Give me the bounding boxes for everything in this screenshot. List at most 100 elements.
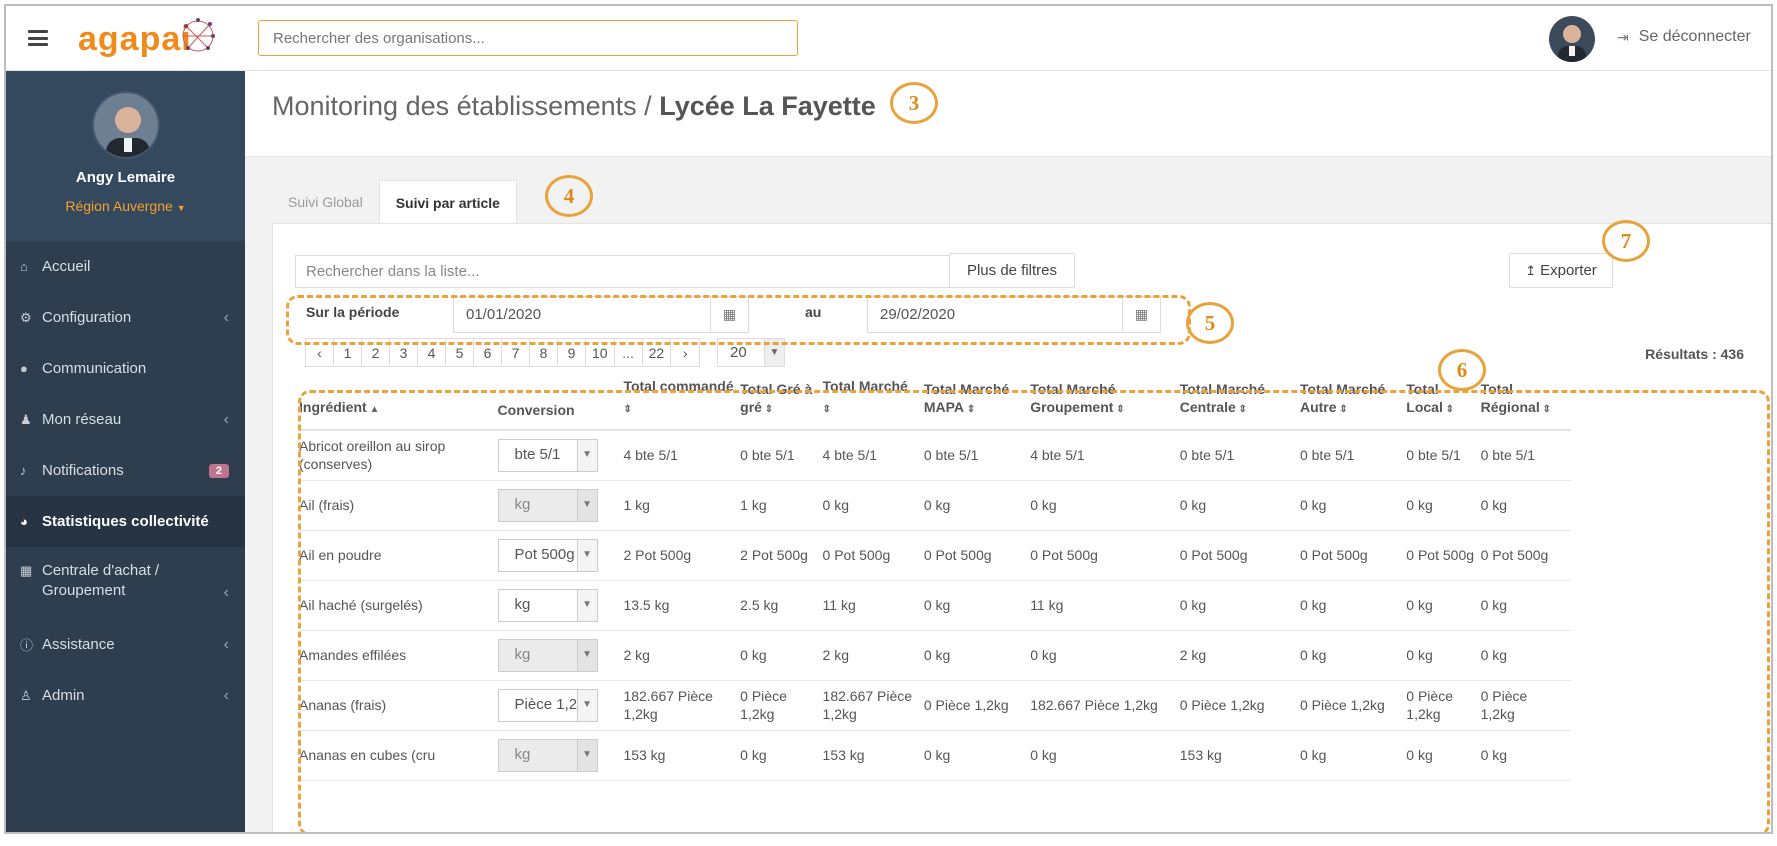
more-filters-button[interactable]: Plus de filtres xyxy=(949,253,1075,288)
sidebar-item-admin[interactable]: ♙ Admin ‹ xyxy=(6,670,245,721)
sort-icon: ⇕ xyxy=(1113,404,1125,415)
sidebar-item-configuration[interactable]: ⚙ Configuration ‹ xyxy=(6,292,245,343)
total-cell: 0 kg xyxy=(1480,480,1571,531)
conversion-select: kg ▼ xyxy=(497,488,598,522)
column-header[interactable]: Total Régional ⇕ xyxy=(1480,369,1571,431)
column-header[interactable]: Total Marché Autre ⇕ xyxy=(1299,369,1407,431)
tab-suivi-par-article[interactable]: Suivi par article xyxy=(378,180,517,224)
sidebar-item-label: Accueil xyxy=(42,258,91,275)
total-cell: 0 kg xyxy=(1030,730,1180,781)
caret-down-icon: ▼ xyxy=(176,203,186,213)
pager-page-button[interactable]: 22 xyxy=(643,339,672,366)
sidebar-item-notifications[interactable]: ♪ Notifications 2 xyxy=(6,445,245,496)
pager-page-button[interactable]: 2 xyxy=(362,339,390,366)
pager-page-button[interactable]: 7 xyxy=(502,339,530,366)
conversion-select[interactable]: kg ▼ xyxy=(497,588,598,622)
total-cell: 2 kg xyxy=(1179,630,1300,681)
chevron-down-icon: ▼ xyxy=(576,489,597,521)
pager-page-button[interactable]: 8 xyxy=(530,339,558,366)
sidebar-item-statistiques[interactable]: ◕ Statistiques collectivité xyxy=(6,496,245,547)
pager-page-button[interactable]: 6 xyxy=(474,339,502,366)
ingredients-table: Ingrédient ▲ Conversion Total commandé ⇕ To… xyxy=(299,369,1571,781)
total-cell: 0 bte 5/1 xyxy=(1480,430,1571,481)
total-cell: 0 Pot 500g xyxy=(1179,530,1300,581)
sidebar-item-communication[interactable]: ● Communication xyxy=(6,343,245,394)
sidebar-item-mon-reseau[interactable]: ♟ Mon réseau ‹ xyxy=(6,394,245,445)
column-header[interactable]: Conversion xyxy=(497,369,624,431)
total-cell: 0 kg xyxy=(923,580,1031,631)
calendar-icon[interactable]: ▦ xyxy=(710,297,748,332)
total-cell: 0 kg xyxy=(923,730,1031,781)
pager-page-button[interactable]: 1 xyxy=(334,339,362,366)
total-cell: 0 kg xyxy=(1299,580,1407,631)
sidebar-item-centrale-achat[interactable]: ▦ Centrale d'achat / Groupement ‹ xyxy=(6,547,245,619)
tab-suivi-global[interactable]: Suivi Global xyxy=(272,180,379,224)
total-cell: 11 kg xyxy=(822,580,924,631)
logout-button[interactable]: ⇥ Se déconnecter xyxy=(1617,28,1751,46)
pie-chart-icon: ◕ xyxy=(20,514,28,529)
total-cell: 0 Pot 500g xyxy=(1406,530,1481,581)
user-avatar[interactable] xyxy=(1549,16,1595,62)
column-header[interactable]: Ingrédient ▲ xyxy=(299,369,498,431)
total-cell: 0 Pièce 1,2kg xyxy=(740,680,823,731)
date-from-field[interactable]: 01/01/2020 ▦ xyxy=(453,296,749,333)
total-cell: 0 kg xyxy=(1406,630,1481,681)
sidebar-item-label: Notifications xyxy=(42,462,124,479)
export-button[interactable]: ↥ Exporter xyxy=(1509,253,1613,288)
conversion-select[interactable]: Pièce 1,2kg ▼ xyxy=(497,688,598,722)
column-header-label: Total Gré à gré xyxy=(740,381,813,415)
pager-page-button[interactable]: 5 xyxy=(446,339,474,366)
total-cell: 0 Pot 500g xyxy=(1480,530,1571,581)
total-cell: 0 kg xyxy=(1406,730,1481,781)
column-header[interactable]: Total Marché ⇕ xyxy=(822,369,924,431)
chevron-left-icon: ‹ xyxy=(223,308,229,326)
pager-page-button[interactable]: 10 xyxy=(586,339,615,366)
column-header[interactable]: Total commandé ⇕ xyxy=(623,369,741,431)
total-cell: 2 Pot 500g xyxy=(623,530,741,581)
column-header[interactable]: Total Gré à gré ⇕ xyxy=(740,369,823,431)
total-cell: 0 kg xyxy=(1480,580,1571,631)
sidebar-item-assistance[interactable]: ⓘ Assistance ‹ xyxy=(6,619,245,670)
region-selector[interactable]: Région Auvergne ▼ xyxy=(6,198,245,214)
pager-page-button[interactable]: 9 xyxy=(558,339,586,366)
column-header[interactable]: Total Marché MAPA ⇕ xyxy=(923,369,1031,431)
date-from-value: 01/01/2020 xyxy=(466,306,542,323)
pager-page-button[interactable]: 3 xyxy=(390,339,418,366)
sidebar: Angy Lemaire Région Auvergne ▼ ⌂ Accueil … xyxy=(6,71,245,832)
conversion-cell: bte 5/1 ▼ xyxy=(497,430,624,481)
total-cell: 182.667 Pièce 1,2kg xyxy=(623,680,741,731)
sidebar-item-accueil[interactable]: ⌂ Accueil xyxy=(6,241,245,292)
conversion-cell: kg ▼ xyxy=(497,580,624,631)
total-cell: 2 Pot 500g xyxy=(740,530,823,581)
total-cell: 0 Pièce 1,2kg xyxy=(1179,680,1300,731)
total-cell: 0 kg xyxy=(1179,580,1300,631)
sign-out-icon: ⇥ xyxy=(1617,28,1629,45)
ingredient-name: Amandes effilées xyxy=(299,630,498,681)
date-to-field[interactable]: 29/02/2020 ▦ xyxy=(867,296,1161,333)
conversion-select[interactable]: Pot 500g ▼ xyxy=(497,538,598,572)
column-header[interactable]: Total Marché Centrale ⇕ xyxy=(1179,369,1300,431)
column-header[interactable]: Total Marché Groupement ⇕ xyxy=(1030,369,1180,431)
menu-toggle-icon[interactable] xyxy=(28,30,48,46)
organisation-search-input[interactable]: Rechercher des organisations... xyxy=(258,20,798,56)
total-cell: 0 Pot 500g xyxy=(1030,530,1180,581)
pager-prev-button[interactable]: ‹ xyxy=(306,339,334,366)
column-header-label: Total Local xyxy=(1406,381,1443,415)
conversion-cell: kg ▼ xyxy=(497,630,624,681)
logo[interactable]: agapai xyxy=(78,16,218,62)
chevron-left-icon: ‹ xyxy=(223,410,229,428)
pager-next-button[interactable]: › xyxy=(671,339,699,366)
sidebar-item-label: Assistance xyxy=(42,636,115,653)
page-size-value: 20 xyxy=(730,344,747,361)
conversion-select: kg ▼ xyxy=(497,738,598,772)
pager-page-button[interactable]: 4 xyxy=(418,339,446,366)
pager-page-button[interactable]: ... xyxy=(615,339,643,366)
conversion-select[interactable]: bte 5/1 ▼ xyxy=(497,438,598,472)
sort-icon: ⇕ xyxy=(964,404,976,415)
ingredient-name: Ananas en cubes (cru xyxy=(299,730,498,781)
logo-text: agapai xyxy=(78,19,192,58)
total-cell: 0 bte 5/1 xyxy=(1406,430,1481,481)
list-search-input[interactable]: Rechercher dans la liste... xyxy=(295,255,1003,288)
page-size-select[interactable]: 20 ▼ xyxy=(717,338,785,367)
calendar-icon[interactable]: ▦ xyxy=(1122,297,1160,332)
